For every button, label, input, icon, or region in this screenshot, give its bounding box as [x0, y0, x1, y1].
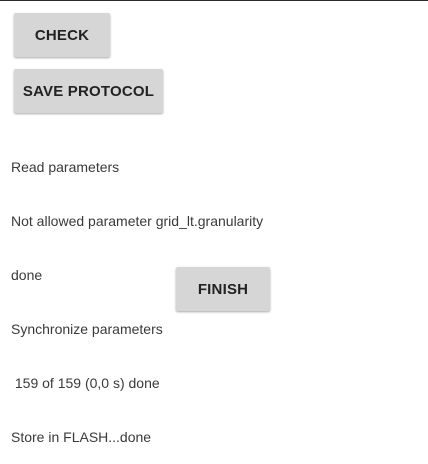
check-button[interactable]: CHECK [14, 13, 110, 57]
log-line: Store in FLASH...done [11, 429, 152, 445]
log-line: Synchronize parameters [11, 321, 163, 337]
finish-button[interactable]: FINISH [176, 267, 270, 311]
log-line: 159 of 159 (0,0 s) done [11, 375, 160, 391]
top-divider [0, 0, 428, 1]
log-line: Read parameters [11, 159, 120, 175]
log-line: Not allowed parameter grid_lt.granularit… [11, 213, 264, 229]
save-protocol-button[interactable]: SAVE PROTOCOL [14, 69, 163, 113]
